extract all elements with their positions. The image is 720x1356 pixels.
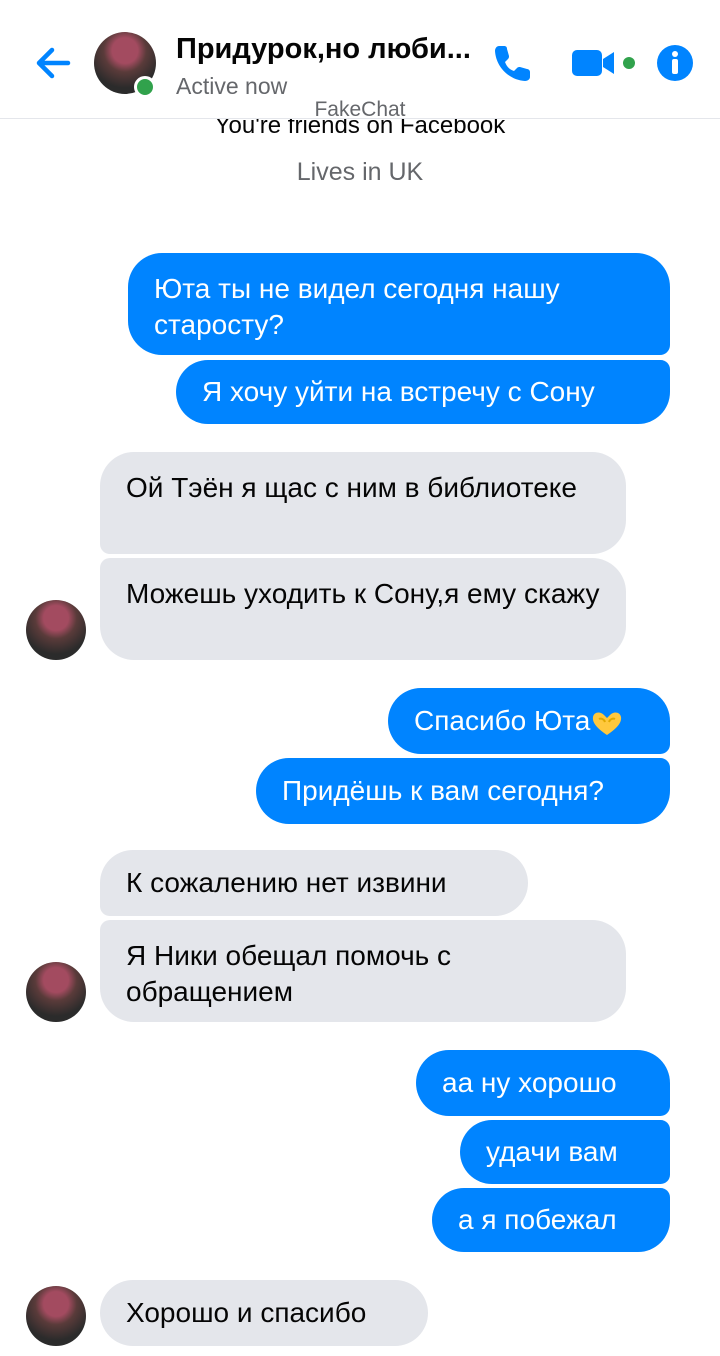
message-bubble-received[interactable]: Я Ники обещал помочь с обращением [100, 920, 626, 1022]
message-bubble-received[interactable]: Хорошо и спасибо [100, 1280, 428, 1346]
message-bubble-sent[interactable]: Я хочу уйти на встречу с Сону [176, 360, 670, 424]
video-call-button[interactable] [570, 46, 640, 80]
contact-name[interactable]: Придурок,но люби... [176, 33, 476, 66]
heart-hands-emoji-icon [590, 709, 624, 737]
message-bubble-sent[interactable]: Юта ты не видел сегодня нашу старосту? [128, 253, 670, 355]
message-bubble-received[interactable]: Ой Тэён я щас с ним в библиотеке [100, 452, 626, 554]
message-text: удачи вам [486, 1136, 618, 1167]
back-button[interactable] [28, 40, 78, 86]
phone-icon [495, 46, 530, 81]
message-bubble-sent[interactable]: Спасибо Юта [388, 688, 670, 754]
contact-avatar[interactable] [94, 32, 156, 98]
call-button[interactable] [490, 40, 536, 86]
message-text: аа ну хорошо [442, 1067, 617, 1098]
sender-avatar[interactable] [26, 962, 86, 1022]
message-text: Можешь уходить к Сону,я ему скажу [126, 578, 600, 609]
message-text: Спасибо Юта [414, 705, 591, 736]
message-text: а я побежал [458, 1204, 617, 1235]
message-text: Юта ты не видел сегодня нашу старосту? [154, 273, 560, 340]
info-button[interactable] [656, 44, 694, 82]
message-text: Ой Тэён я щас с ним в библиотеке [126, 472, 577, 503]
active-status: Active now [176, 73, 288, 99]
message-text: Я хочу уйти на встречу с Сону [202, 376, 595, 407]
message-bubble-sent[interactable]: аа ну хорошо [416, 1050, 670, 1116]
message-text: Придёшь к вам сегодня? [282, 775, 604, 806]
back-arrow-icon [36, 47, 71, 79]
message-bubble-sent[interactable]: Придёшь к вам сегодня? [256, 758, 670, 824]
online-indicator [134, 76, 156, 98]
sender-avatar[interactable] [26, 600, 86, 660]
info-icon [657, 45, 693, 81]
watermark: FakeChat [314, 98, 406, 121]
message-bubble-received[interactable]: К сожалению нет извини [100, 850, 528, 916]
message-text: К сожалению нет извини [126, 867, 447, 898]
message-bubble-sent[interactable]: удачи вам [460, 1120, 670, 1184]
message-bubble-sent[interactable]: а я побежал [432, 1188, 670, 1252]
message-text: Хорошо и спасибо [126, 1297, 367, 1328]
sender-avatar[interactable] [26, 1286, 86, 1346]
message-bubble-received[interactable]: Можешь уходить к Сону,я ему скажу [100, 558, 626, 660]
lives-note: Lives in UK [296, 158, 424, 186]
video-camera-icon [572, 50, 635, 76]
message-text: Я Ники обещал помочь с обращением [126, 940, 452, 1007]
